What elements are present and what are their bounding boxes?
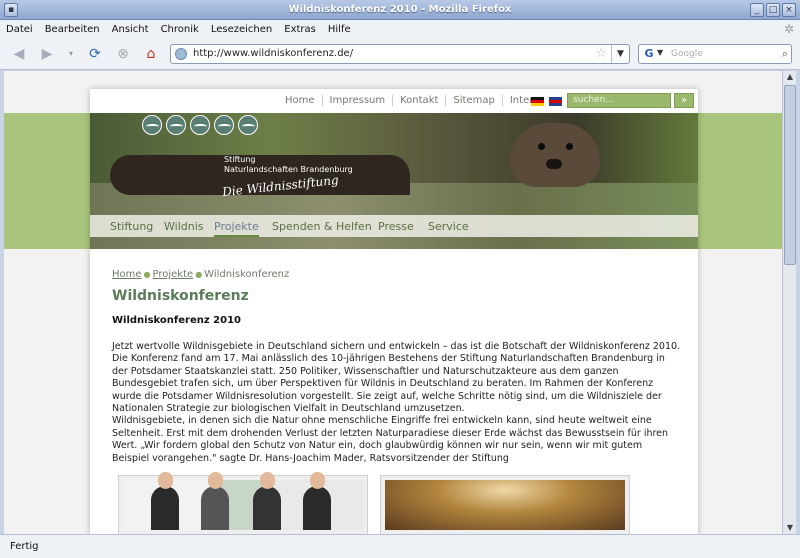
minimize-button[interactable]: _ <box>750 3 764 17</box>
language-flags <box>531 97 564 109</box>
article-paragraph-1: Jetzt wertvolle Wildnisgebiete in Deutsc… <box>112 341 681 415</box>
scrollbar-thumb[interactable] <box>784 85 796 265</box>
menu-datei[interactable]: Datei <box>6 24 33 35</box>
article-paragraph-2: Wildnisgebiete, in denen sich die Natur … <box>112 415 669 464</box>
search-bar[interactable]: G ▼ Google ⌕ <box>638 44 792 64</box>
navigation-toolbar: ◀ ▶ ▾ ⟳ ⊗ ⌂ http://www.wildniskonferenz.… <box>0 38 800 70</box>
logo-circle-icon <box>166 115 186 135</box>
maximize-button[interactable]: □ <box>766 3 780 17</box>
breadcrumb-home[interactable]: Home <box>112 269 142 280</box>
status-bar: Fertig <box>0 534 800 558</box>
menu-lesezeichen[interactable]: Lesezeichen <box>211 24 272 35</box>
toplink-home[interactable]: Home <box>278 95 322 106</box>
nav-stiftung[interactable]: Stiftung <box>110 220 153 233</box>
site-search-input[interactable]: suchen... <box>567 93 671 108</box>
window-menu-icon[interactable]: ▪ <box>4 3 18 17</box>
throbber-icon: ✲ <box>783 22 794 36</box>
window-titlebar: ▪ Wildniskonferenz 2010 - Mozilla Firefo… <box>0 0 800 20</box>
menu-chronik[interactable]: Chronik <box>161 24 199 35</box>
menu-bar: Datei Bearbeiten Ansicht Chronik Lesezei… <box>0 20 800 38</box>
main-navigation: Stiftung Wildnis Projekte Spenden & Helf… <box>90 215 698 237</box>
header-banner: Stiftung Naturlandschaften Brandenburg D… <box>90 113 698 249</box>
menu-extras[interactable]: Extras <box>284 24 316 35</box>
foundation-logo[interactable] <box>142 115 262 135</box>
bookmark-star-icon[interactable]: ☆ <box>595 46 607 61</box>
menu-ansicht[interactable]: Ansicht <box>112 24 149 35</box>
toplink-kontakt[interactable]: Kontakt <box>392 95 445 106</box>
back-icon[interactable]: ◀ <box>10 45 28 63</box>
forward-icon[interactable]: ▶ <box>38 45 56 63</box>
google-icon[interactable]: G <box>642 47 656 61</box>
foundation-name-line1: Stiftung <box>224 155 256 164</box>
nav-presse[interactable]: Presse <box>378 220 414 233</box>
person-figure <box>253 472 281 530</box>
menu-bearbeiten[interactable]: Bearbeiten <box>45 24 100 35</box>
page-title: Wildniskonferenz <box>112 288 249 304</box>
breadcrumb-current: Wildniskonferenz <box>204 269 290 280</box>
vertical-scrollbar[interactable]: ▲ ▼ <box>782 71 796 534</box>
home-icon[interactable]: ⌂ <box>142 45 160 63</box>
site-search-button[interactable]: » <box>674 93 694 108</box>
search-placeholder: Google <box>671 49 703 59</box>
logo-circle-icon <box>142 115 162 135</box>
photo-speakers[interactable] <box>118 472 368 534</box>
person-figure <box>151 472 179 530</box>
page-subtitle: Wildniskonferenz 2010 <box>112 315 242 326</box>
person-figure <box>303 472 331 530</box>
window-title: Wildniskonferenz 2010 - Mozilla Firefox <box>288 4 512 15</box>
otter-head <box>510 123 600 187</box>
url-bar[interactable]: http://www.wildniskonferenz.de/ ☆ ▼ <box>170 44 630 64</box>
nav-projekte[interactable]: Projekte <box>214 220 259 237</box>
german-flag-icon[interactable] <box>531 97 544 106</box>
toplink-sitemap[interactable]: Sitemap <box>445 95 501 106</box>
scroll-up-icon[interactable]: ▲ <box>784 71 796 83</box>
stop-icon[interactable]: ⊗ <box>114 45 132 63</box>
site-page: Home Impressum Kontakt Sitemap Intern su… <box>90 89 698 534</box>
browser-viewport: Home Impressum Kontakt Sitemap Intern su… <box>4 71 782 534</box>
foundation-name: Stiftung Naturlandschaften Brandenburg <box>224 155 353 175</box>
nav-wildnis[interactable]: Wildnis <box>164 220 204 233</box>
url-text: http://www.wildniskonferenz.de/ <box>193 48 354 59</box>
logo-circle-icon <box>238 115 258 135</box>
logo-circle-icon <box>214 115 234 135</box>
search-icon[interactable]: ⌕ <box>782 47 788 61</box>
menu-hilfe[interactable]: Hilfe <box>328 24 351 35</box>
english-flag-icon[interactable] <box>549 97 563 106</box>
nav-service[interactable]: Service <box>428 220 469 233</box>
breadcrumb-projekte[interactable]: Projekte <box>153 269 194 280</box>
status-text: Fertig <box>10 541 39 552</box>
person-figure <box>201 472 229 530</box>
history-dropdown-icon[interactable]: ▾ <box>62 45 80 63</box>
url-dropdown-icon[interactable]: ▼ <box>611 45 629 63</box>
close-button[interactable]: × <box>782 3 796 17</box>
nav-spenden-helfen[interactable]: Spenden & Helfen <box>272 220 372 233</box>
article-body: Jetzt wertvolle Wildnisgebiete in Deutsc… <box>112 341 682 465</box>
scroll-down-icon[interactable]: ▼ <box>784 522 796 534</box>
site-top-bar: Home Impressum Kontakt Sitemap Intern su… <box>90 89 698 113</box>
toplink-impressum[interactable]: Impressum <box>321 95 393 106</box>
engine-dropdown-icon[interactable]: ▼ <box>657 48 663 57</box>
site-favicon-icon <box>175 48 187 60</box>
photo-conference-hall[interactable] <box>380 475 630 534</box>
top-links: Home Impressum Kontakt Sitemap Intern <box>278 95 546 106</box>
logo-circle-icon <box>190 115 210 135</box>
breadcrumb: Home ● Projekte ● Wildniskonferenz <box>112 269 290 280</box>
reload-icon[interactable]: ⟳ <box>86 45 104 63</box>
